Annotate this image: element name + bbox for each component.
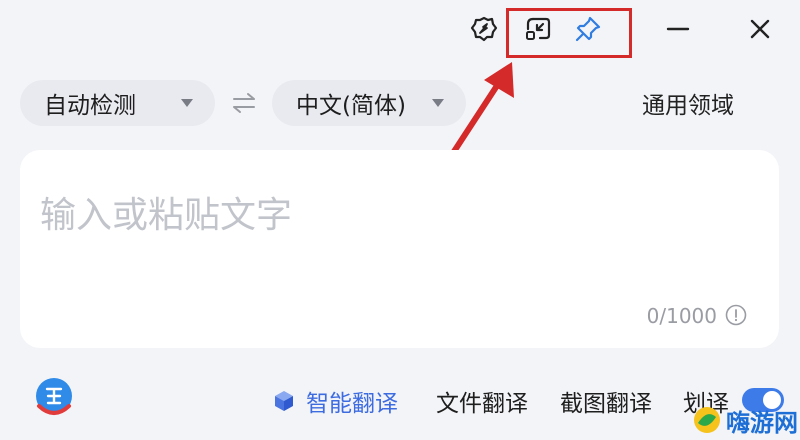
target-language-select[interactable]: 中文(简体): [272, 80, 466, 126]
source-language-select[interactable]: 自动检测: [20, 80, 215, 126]
domain-select[interactable]: 通用领域: [642, 86, 734, 120]
close-button[interactable]: [742, 12, 778, 46]
smart-translate-label: 智能翻译: [306, 391, 398, 417]
chevron-down-icon: [432, 99, 444, 107]
settings-icon: [470, 16, 498, 42]
language-bar: 自动检测 中文(简体) 通用领域: [0, 80, 800, 126]
highlight-box: [506, 8, 632, 58]
chevron-down-icon: [181, 99, 193, 107]
title-bar: [0, 0, 800, 62]
close-icon: [750, 19, 770, 39]
watermark-text: 嗨游网: [726, 408, 798, 437]
smart-translate-button[interactable]: 智能翻译: [272, 384, 398, 418]
watermark-logo-icon: [694, 407, 720, 433]
bottom-bar: 智能翻译 文件翻译 截图翻译 划译: [0, 372, 800, 432]
char-count: 0/1000: [646, 304, 717, 328]
screenshot-translate-button[interactable]: 截图翻译: [560, 384, 652, 418]
source-language-label: 自动检测: [44, 93, 136, 119]
minimize-icon: [666, 27, 690, 31]
info-button[interactable]: [725, 304, 747, 326]
file-translate-button[interactable]: 文件翻译: [436, 384, 528, 418]
swap-languages-button[interactable]: [226, 88, 262, 118]
target-language-label: 中文(简体): [296, 93, 406, 119]
info-icon: [725, 304, 747, 326]
translate-logo-icon: [36, 378, 72, 415]
swap-icon: [233, 93, 255, 113]
input-card: 0/1000: [20, 150, 779, 348]
minimize-button[interactable]: [660, 12, 696, 46]
cube-icon: [272, 389, 296, 413]
source-text-input[interactable]: [20, 150, 779, 300]
watermark: 嗨游网: [692, 400, 800, 440]
app-logo[interactable]: [34, 376, 74, 418]
settings-button[interactable]: [466, 12, 502, 46]
